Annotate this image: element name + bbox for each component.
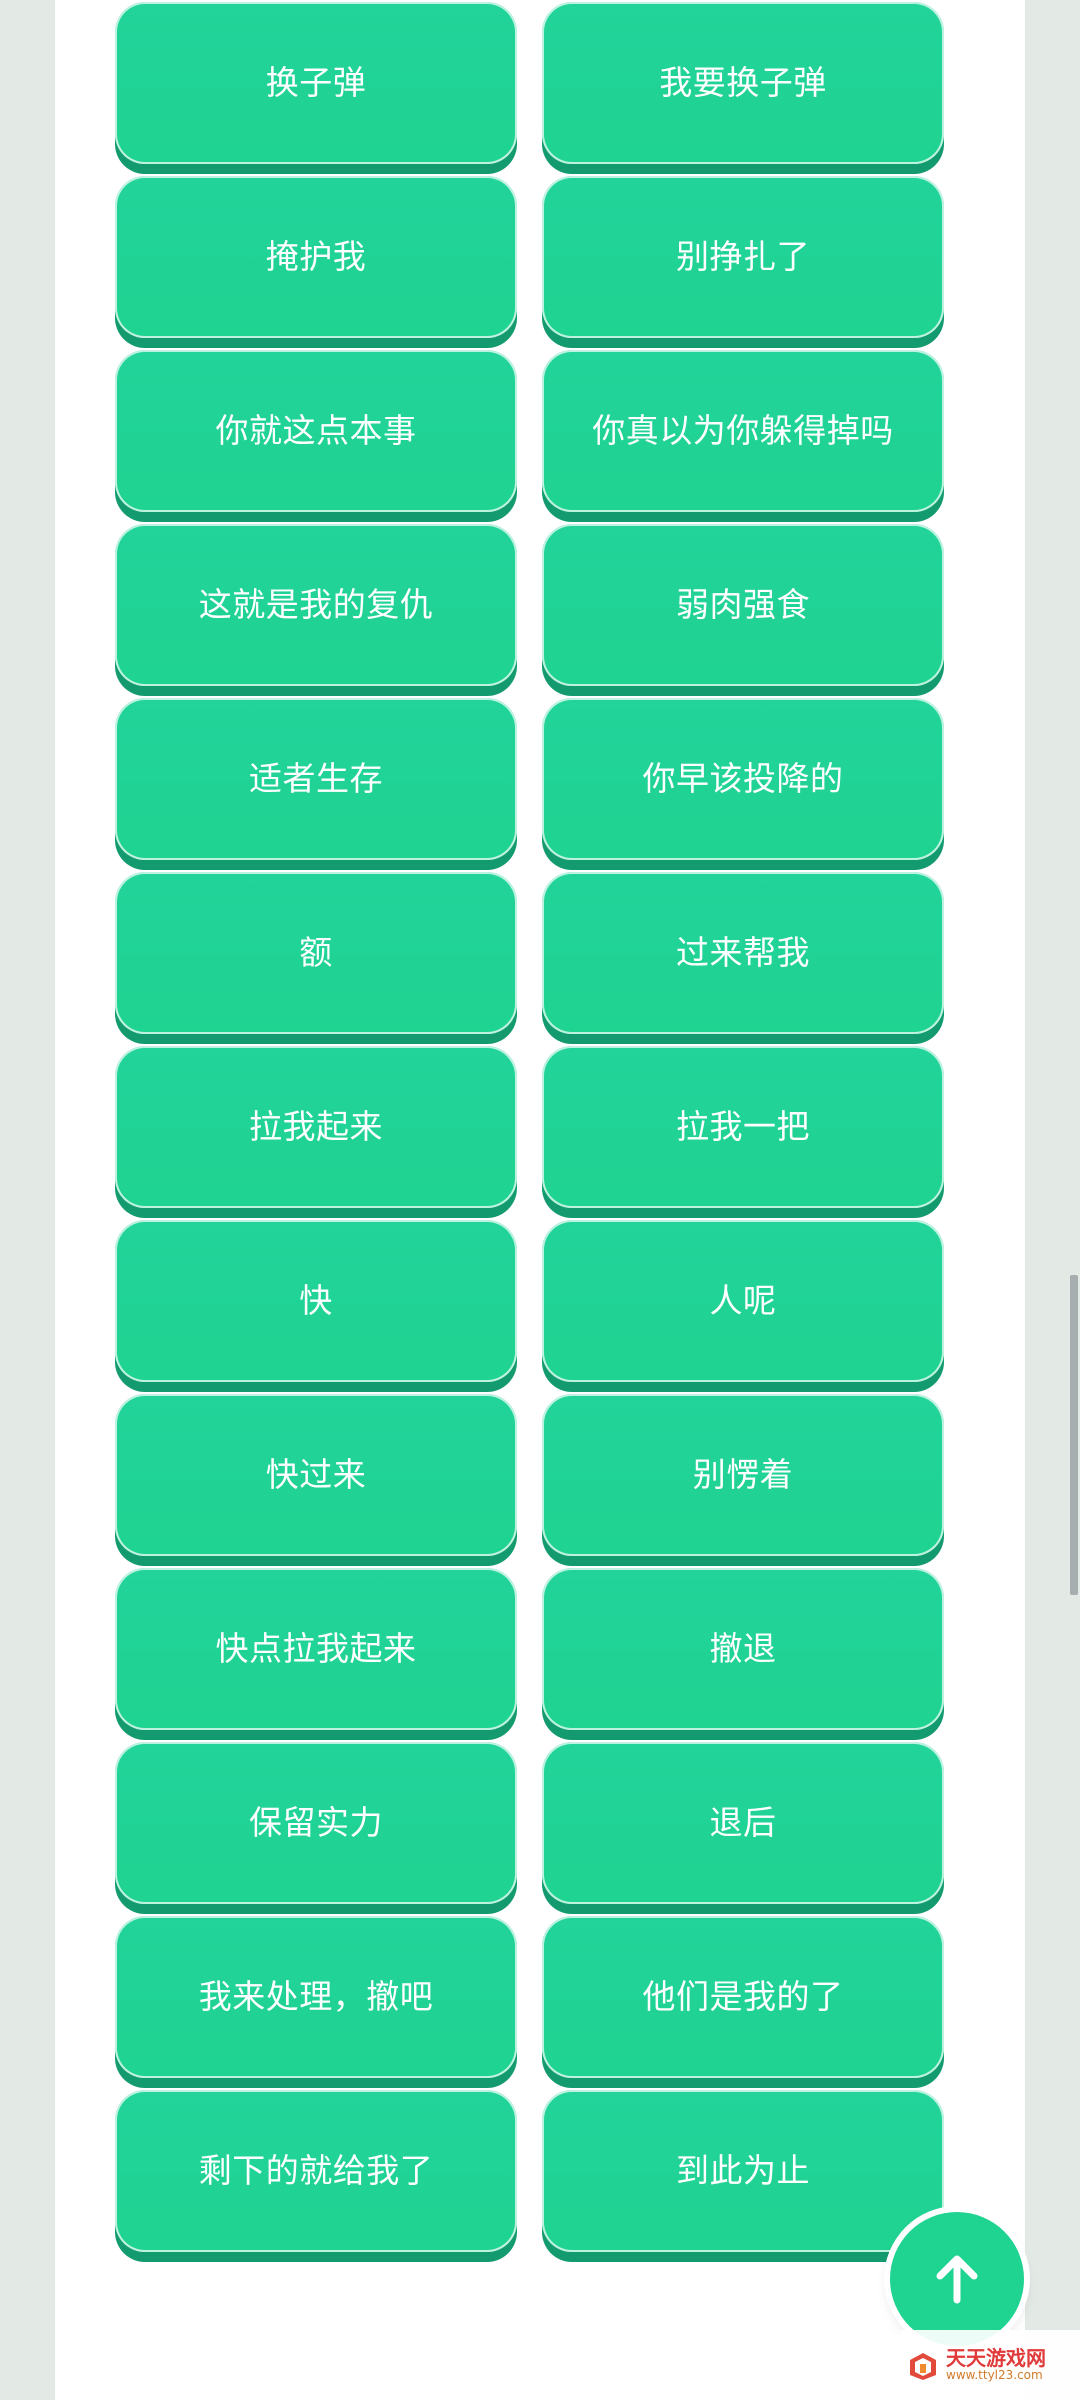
page-container: 换子弹 我要换子弹 掩护我 别挣扎了 你就这点本事 你真以为你躲得掉吗 这就是我… <box>55 0 1025 2400</box>
voice-button[interactable]: 保留实力 <box>115 1742 517 1904</box>
voice-button[interactable]: 我要换子弹 <box>542 2 944 164</box>
voice-button-label: 快过来 <box>265 1455 367 1495</box>
voice-button-label: 适者生存 <box>249 759 383 799</box>
site-logo-icon <box>910 2353 936 2380</box>
voice-button[interactable]: 人呢 <box>542 1220 944 1382</box>
voice-button-label: 额 <box>299 933 333 973</box>
voice-button-label: 他们是我的了 <box>642 1977 844 2017</box>
voice-button-label: 快点拉我起来 <box>215 1629 417 1669</box>
voice-button[interactable]: 拉我起来 <box>115 1046 517 1208</box>
voice-button-label: 我要换子弹 <box>659 63 827 103</box>
voice-button-label: 弱肉强食 <box>676 585 810 625</box>
arrow-up-icon <box>936 2255 978 2304</box>
voice-button[interactable]: 你就这点本事 <box>115 350 517 512</box>
voice-button[interactable]: 你真以为你躲得掉吗 <box>542 350 944 512</box>
voice-button-label: 撤退 <box>709 1629 777 1669</box>
voice-button-label: 人呢 <box>709 1281 777 1321</box>
voice-button[interactable]: 弱肉强食 <box>542 524 944 686</box>
voice-button[interactable]: 额 <box>115 872 517 1034</box>
scrollbar-thumb[interactable] <box>1070 1275 1078 1595</box>
voice-button-label: 别愣着 <box>692 1455 794 1495</box>
voice-button-label: 剩下的就给我了 <box>198 2151 434 2191</box>
voice-button[interactable]: 他们是我的了 <box>542 1916 944 2078</box>
voice-button-label: 拉我一把 <box>676 1107 810 1147</box>
voice-button-grid: 换子弹 我要换子弹 掩护我 别挣扎了 你就这点本事 你真以为你躲得掉吗 这就是我… <box>115 2 944 2252</box>
voice-button[interactable]: 退后 <box>542 1742 944 1904</box>
voice-button-label: 快 <box>299 1281 333 1321</box>
voice-button-label: 到此为止 <box>676 2151 810 2191</box>
voice-button[interactable]: 剩下的就给我了 <box>115 2090 517 2252</box>
voice-button-label: 保留实力 <box>249 1803 383 1843</box>
voice-button[interactable]: 你早该投降的 <box>542 698 944 860</box>
voice-button[interactable]: 拉我一把 <box>542 1046 944 1208</box>
voice-button[interactable]: 换子弹 <box>115 2 517 164</box>
voice-button[interactable]: 快点拉我起来 <box>115 1568 517 1730</box>
voice-button[interactable]: 快过来 <box>115 1394 517 1556</box>
voice-button-label: 别挣扎了 <box>676 237 810 277</box>
back-to-top-button[interactable] <box>890 2212 1024 2346</box>
voice-button[interactable]: 到此为止 <box>542 2090 944 2252</box>
voice-button-label: 这就是我的复仇 <box>198 585 434 625</box>
voice-button[interactable]: 过来帮我 <box>542 872 944 1034</box>
voice-button-label: 过来帮我 <box>676 933 810 973</box>
voice-button[interactable]: 别挣扎了 <box>542 176 944 338</box>
voice-button[interactable]: 掩护我 <box>115 176 517 338</box>
watermark-title: 天天游戏网 <box>946 2346 1046 2371</box>
voice-button-label: 换子弹 <box>265 63 367 103</box>
voice-button[interactable]: 这就是我的复仇 <box>115 524 517 686</box>
voice-button[interactable]: 我来处理，撤吧 <box>115 1916 517 2078</box>
voice-button-label: 退后 <box>709 1803 777 1843</box>
voice-button[interactable]: 别愣着 <box>542 1394 944 1556</box>
watermark-url: www.ttyl23.com <box>946 2368 1043 2383</box>
voice-button-label: 你就这点本事 <box>215 411 417 451</box>
voice-button[interactable]: 撤退 <box>542 1568 944 1730</box>
watermark: 天天游戏网 www.ttyl23.com <box>900 2330 1080 2400</box>
voice-button-label: 你早该投降的 <box>642 759 844 799</box>
voice-button[interactable]: 快 <box>115 1220 517 1382</box>
voice-button[interactable]: 适者生存 <box>115 698 517 860</box>
voice-button-label: 我来处理，撤吧 <box>198 1977 434 2017</box>
voice-button-label: 你真以为你躲得掉吗 <box>592 411 894 451</box>
voice-button-label: 拉我起来 <box>249 1107 383 1147</box>
voice-button-label: 掩护我 <box>265 237 367 277</box>
